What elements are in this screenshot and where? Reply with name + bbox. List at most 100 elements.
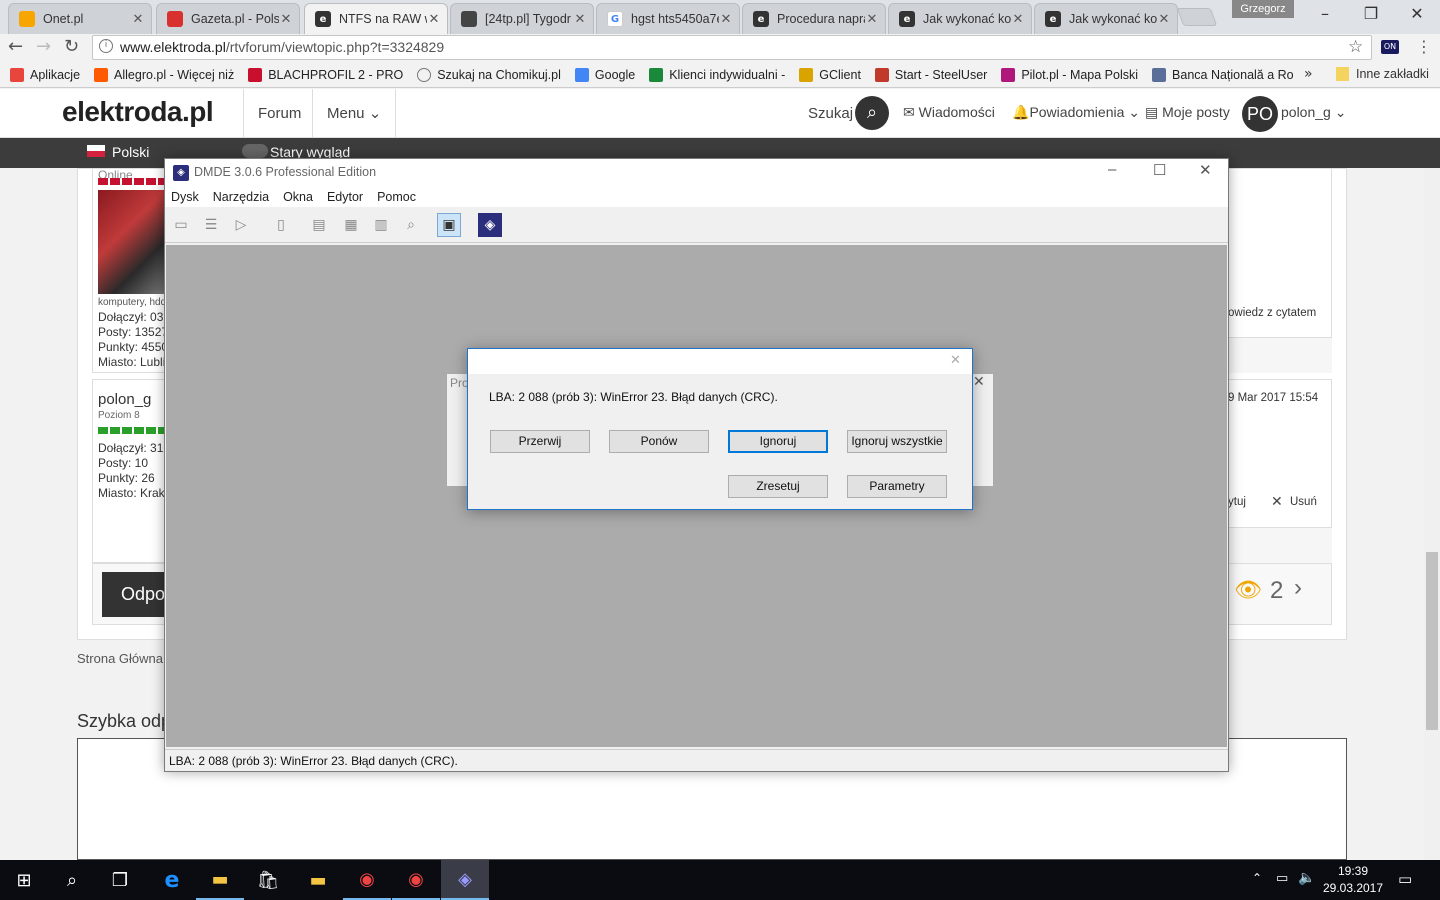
store-icon[interactable]: 🛍 [244, 860, 292, 900]
search-icon[interactable]: ⌕ [48, 860, 96, 900]
browser-tab-active[interactable]: e NTFS na RAW w ✕ [304, 3, 448, 34]
bookmark-item[interactable]: BLACHPROFIL 2 - PRO [248, 67, 403, 82]
menu-editor[interactable]: Edytor [327, 187, 363, 207]
back-arrow-icon[interactable]: ← [8, 36, 23, 57]
browser-tab[interactable]: e Jak wykonać ko ✕ [888, 3, 1032, 34]
find-icon[interactable]: ⌕ [399, 213, 423, 237]
close-tab-icon[interactable]: ✕ [719, 12, 733, 27]
log-window-icon[interactable]: ▣ [437, 213, 461, 237]
messages-link[interactable]: ✉ Wiadomości [903, 104, 995, 121]
restore-window-icon[interactable]: ❐ [1348, 4, 1394, 24]
menu-windows[interactable]: Okna [283, 187, 313, 207]
search-icon[interactable]: ⌕ [855, 96, 889, 130]
close-window-icon[interactable]: ✕ [1394, 4, 1440, 24]
dmde-logo-icon[interactable]: ◈ [478, 213, 502, 237]
page-scrollbar[interactable] [1424, 168, 1440, 860]
close-tab-icon[interactable]: ✕ [279, 12, 293, 27]
close-tab-icon[interactable]: ✕ [865, 12, 879, 27]
search-label[interactable]: Szukaj [808, 105, 853, 122]
bookmark-item[interactable]: Start - SteelUser [874, 67, 987, 82]
post-username[interactable]: polon_g [98, 391, 151, 408]
menu-dots-icon[interactable]: ⋮ [1416, 37, 1432, 56]
language-select[interactable]: Polski [112, 144, 149, 160]
close-tab-icon[interactable]: ✕ [427, 12, 441, 27]
menu-help[interactable]: Pomoc [377, 187, 416, 207]
partitions-icon[interactable]: ☰ [199, 213, 223, 237]
bookmark-item[interactable]: Pilot.pl - Mapa Polski [1001, 67, 1138, 82]
bookmark-item[interactable]: Banca Națională a Ro [1152, 67, 1294, 82]
nav-menu[interactable]: Menu ⌄ [312, 89, 397, 138]
dmde-taskbar-icon[interactable]: ◈ [441, 860, 489, 900]
browser-tab[interactable]: [24tp.pl] Tygodr ✕ [450, 3, 594, 34]
scrollbar-thumb[interactable] [1426, 552, 1438, 730]
nav-forum[interactable]: Forum [243, 89, 315, 138]
bookmark-item[interactable]: Klienci indywidualni - [649, 67, 785, 82]
table-view-icon[interactable]: ▦ [339, 213, 363, 237]
chrome-icon[interactable]: ◉ [392, 860, 440, 900]
clock-time[interactable]: 19:39 [1318, 864, 1388, 878]
list-view-icon[interactable]: ▤ [307, 213, 331, 237]
bookmark-item[interactable]: Google [574, 67, 635, 82]
menu-disk[interactable]: Dysk [171, 187, 199, 207]
new-tab-button[interactable] [1176, 8, 1218, 26]
task-view-icon[interactable]: ❐ [96, 860, 144, 900]
site-logo[interactable]: elektroda.pl [62, 96, 214, 128]
close-tab-icon[interactable]: ✕ [1011, 12, 1025, 27]
maximize-icon[interactable]: ☐ [1153, 161, 1166, 179]
minimize-window-icon[interactable]: – [1302, 4, 1348, 24]
username-menu[interactable]: polon_g ⌄ [1281, 104, 1346, 121]
profile-name[interactable]: Grzegorz [1232, 0, 1294, 18]
menu-tools[interactable]: Narzędzia [213, 187, 269, 207]
retry-button[interactable]: Ponów [609, 430, 709, 453]
forward-arrow-icon[interactable]: → [36, 36, 51, 57]
abort-button[interactable]: Przerwij [490, 430, 590, 453]
bookmark-item[interactable]: Szukaj na Chomikuj.pl [417, 67, 561, 82]
parameters-button[interactable]: Parametry [847, 475, 947, 498]
reload-icon[interactable]: ↻ [64, 36, 79, 57]
close-icon[interactable]: ✕ [1199, 161, 1212, 179]
notifications-icon[interactable]: ▭ [1398, 870, 1412, 888]
browser-tab[interactable]: Ghgst hts5450a7e ✕ [596, 3, 740, 34]
play-icon[interactable]: ▷ [229, 213, 253, 237]
old-look-toggle[interactable] [242, 144, 268, 158]
close-tab-icon[interactable]: ✕ [573, 12, 587, 27]
chevron-right-icon[interactable]: › [1294, 574, 1302, 602]
browser-tab[interactable]: e Procedura napra ✕ [742, 3, 886, 34]
reply-quote-link[interactable]: owiedz z cytatem [1228, 307, 1316, 319]
avatar[interactable]: PO [1242, 96, 1278, 132]
grid-view-icon[interactable]: ▥ [369, 213, 393, 237]
bookmark-item[interactable]: GClient [799, 67, 861, 82]
edit-link[interactable]: ytuj [1228, 496, 1246, 508]
breadcrumb[interactable]: Strona Główna [77, 651, 163, 666]
bookmark-item[interactable]: Allegro.pl - Więcej niż [94, 67, 234, 82]
chrome-icon[interactable]: ◉ [343, 860, 391, 900]
minimize-icon[interactable]: – [1108, 161, 1116, 178]
clock-date[interactable]: 29.03.2017 [1318, 881, 1388, 895]
close-tab-icon[interactable]: ✕ [131, 12, 145, 27]
bookmark-star-icon[interactable]: ☆ [1348, 37, 1363, 57]
network-icon[interactable]: ▭ [1276, 871, 1288, 886]
volume-icon[interactable]: 🔈 [1298, 870, 1315, 886]
chevron-up-icon[interactable]: ⌃ [1252, 871, 1262, 885]
my-posts-link[interactable]: ▤ Moje posty [1145, 104, 1230, 121]
extension-icon[interactable]: ON [1381, 40, 1399, 54]
edge-icon[interactable]: e [148, 860, 196, 900]
bookmark-item[interactable]: Aplikacje [10, 67, 80, 82]
close-icon[interactable]: ✕ [950, 353, 961, 368]
drive-icon[interactable]: ▭ [169, 213, 193, 237]
ignore-all-button[interactable]: Ignoruj wszystkie [847, 430, 947, 453]
reset-button[interactable]: Zresetuj [728, 475, 828, 498]
file-explorer-icon[interactable]: ▬ [196, 860, 244, 900]
bookmarks-more-button[interactable]: » [1304, 66, 1313, 82]
notifications-link[interactable]: 🔔Powiadomienia ⌄ [1012, 104, 1140, 121]
windows-start-icon[interactable]: ⊞ [0, 860, 48, 900]
browser-tab[interactable]: e Jak wykonać ko ✕ [1034, 3, 1178, 34]
browser-tab[interactable]: Gazeta.pl - Polsk ✕ [156, 3, 300, 34]
delete-link[interactable]: Usuń [1290, 496, 1317, 508]
ignore-button[interactable]: Ignoruj [728, 430, 828, 453]
info-icon[interactable]: i [99, 39, 113, 53]
new-file-icon[interactable]: ▯ [269, 213, 293, 237]
other-bookmarks[interactable]: Inne zakładki [1356, 67, 1429, 81]
close-tab-icon[interactable]: ✕ [1157, 12, 1171, 27]
reply-button[interactable]: Odpo [102, 572, 164, 617]
